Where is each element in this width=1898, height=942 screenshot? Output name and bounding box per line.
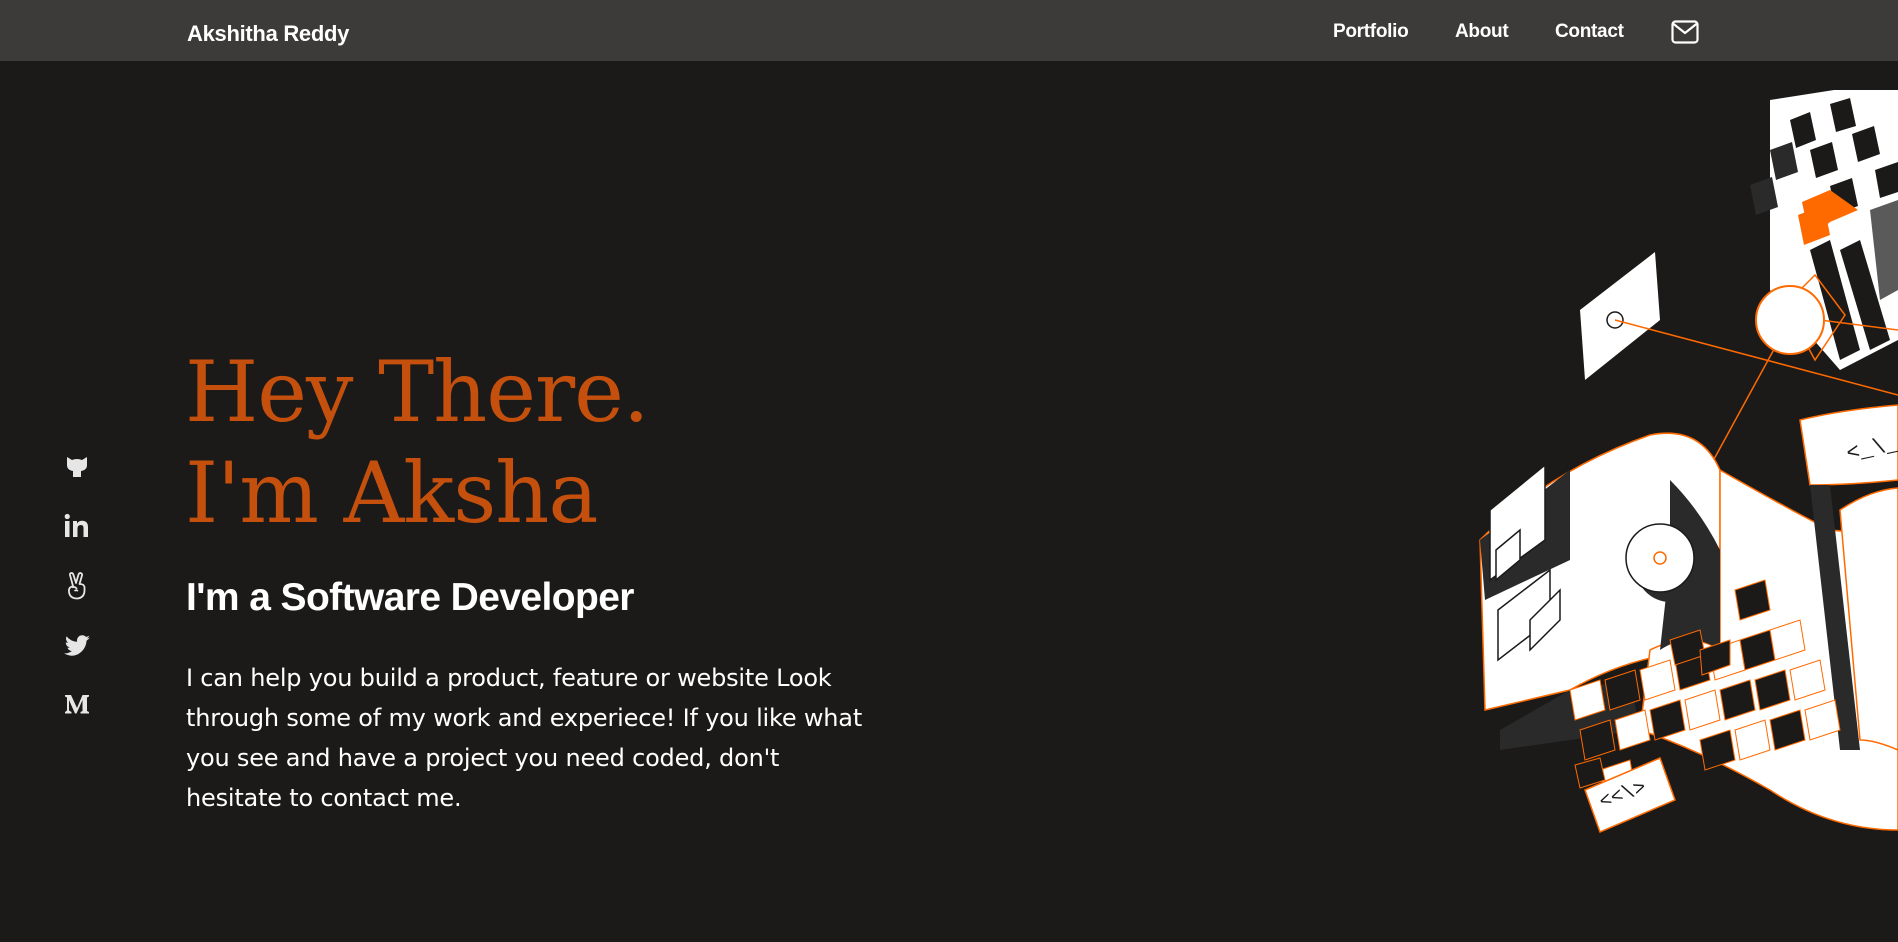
mail-button[interactable] [1671, 20, 1699, 44]
social-linkedin-link[interactable] [62, 511, 92, 541]
orange-circle [1755, 285, 1825, 355]
social-github-link[interactable] [62, 451, 92, 481]
nav-link-portfolio[interactable]: Portfolio [1333, 21, 1409, 43]
twitter-icon [64, 635, 90, 656]
github-icon [67, 457, 87, 477]
social-twitter-link[interactable] [62, 631, 92, 661]
hero-headline: Hey There. I'm Aksha [185, 342, 650, 544]
medium-icon [65, 695, 89, 714]
nav-link-contact[interactable]: Contact [1555, 21, 1624, 43]
brand-logo-link[interactable]: Akshitha Reddy [187, 21, 349, 47]
top-navbar: Akshitha Reddy Portfolio About Contact [0, 0, 1898, 61]
mail-icon [1671, 20, 1699, 44]
ribbon-shapes: <_\_ [1479, 404, 1898, 831]
linkedin-icon [64, 513, 88, 537]
social-angellist-link[interactable] [62, 571, 92, 601]
hero-greeting-line-2: I'm Aksha [185, 444, 598, 542]
social-medium-link[interactable] [62, 689, 92, 719]
hero-illustration: <_\_ <<\> [1479, 90, 1898, 834]
hero-intro-text: I can help you build a product, feature … [186, 664, 863, 812]
floating-panel [1580, 252, 1660, 380]
hero-role-title: I'm a Software Developer [186, 576, 634, 619]
hero-greeting-line-1: Hey There. [185, 343, 650, 441]
nav-link-about[interactable]: About [1455, 21, 1509, 43]
angellist-icon [68, 572, 86, 600]
